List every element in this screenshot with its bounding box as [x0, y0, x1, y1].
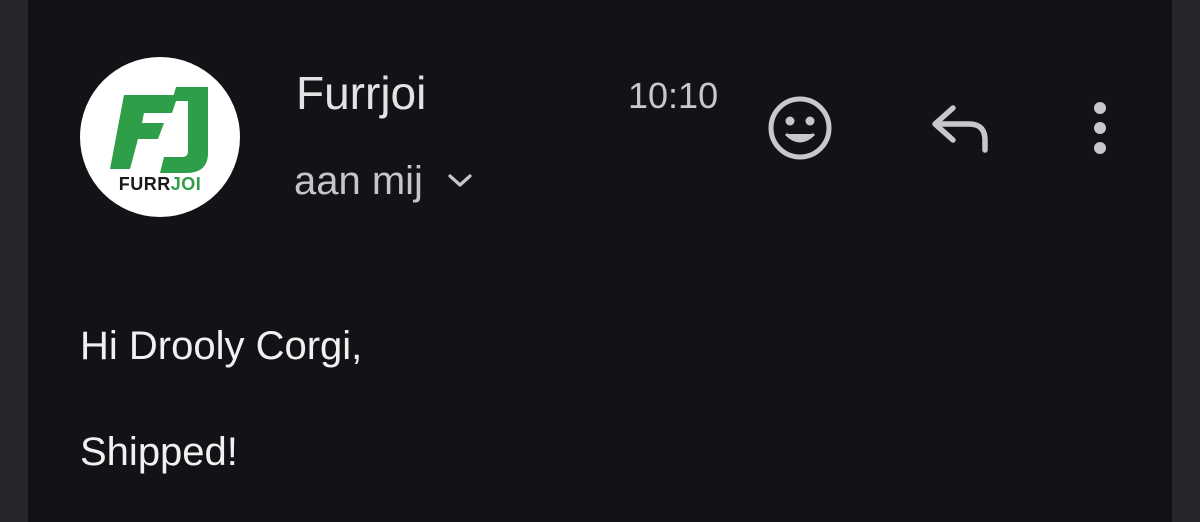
- logo-text-joi: JOI: [171, 174, 202, 194]
- svg-text:FURRJOI: FURRJOI: [119, 174, 202, 194]
- chevron-down-icon: [447, 152, 483, 210]
- logo-text-furr: FURR: [119, 174, 171, 194]
- received-time: 10:10: [628, 75, 719, 116]
- email-body-message: Shipped!: [80, 430, 238, 474]
- smiley-icon: [768, 96, 832, 160]
- reply-button[interactable]: [920, 88, 1000, 168]
- add-reaction-button[interactable]: [760, 88, 840, 168]
- reply-icon: [932, 105, 988, 153]
- email-view: FURRJOI Furrjoi 10:10 aan mij Hi Drooly …: [28, 0, 1172, 522]
- more-vert-icon: [1094, 102, 1106, 154]
- sender-avatar[interactable]: FURRJOI: [80, 57, 240, 217]
- recipient-details-toggle[interactable]: aan mij: [294, 152, 483, 210]
- email-body-greeting: Hi Drooly Corgi,: [80, 324, 363, 368]
- recipient-label: aan mij: [294, 159, 423, 203]
- furrjoi-logo: FURRJOI: [110, 87, 208, 194]
- more-options-button[interactable]: [1060, 88, 1140, 168]
- sender-name[interactable]: Furrjoi: [296, 62, 426, 124]
